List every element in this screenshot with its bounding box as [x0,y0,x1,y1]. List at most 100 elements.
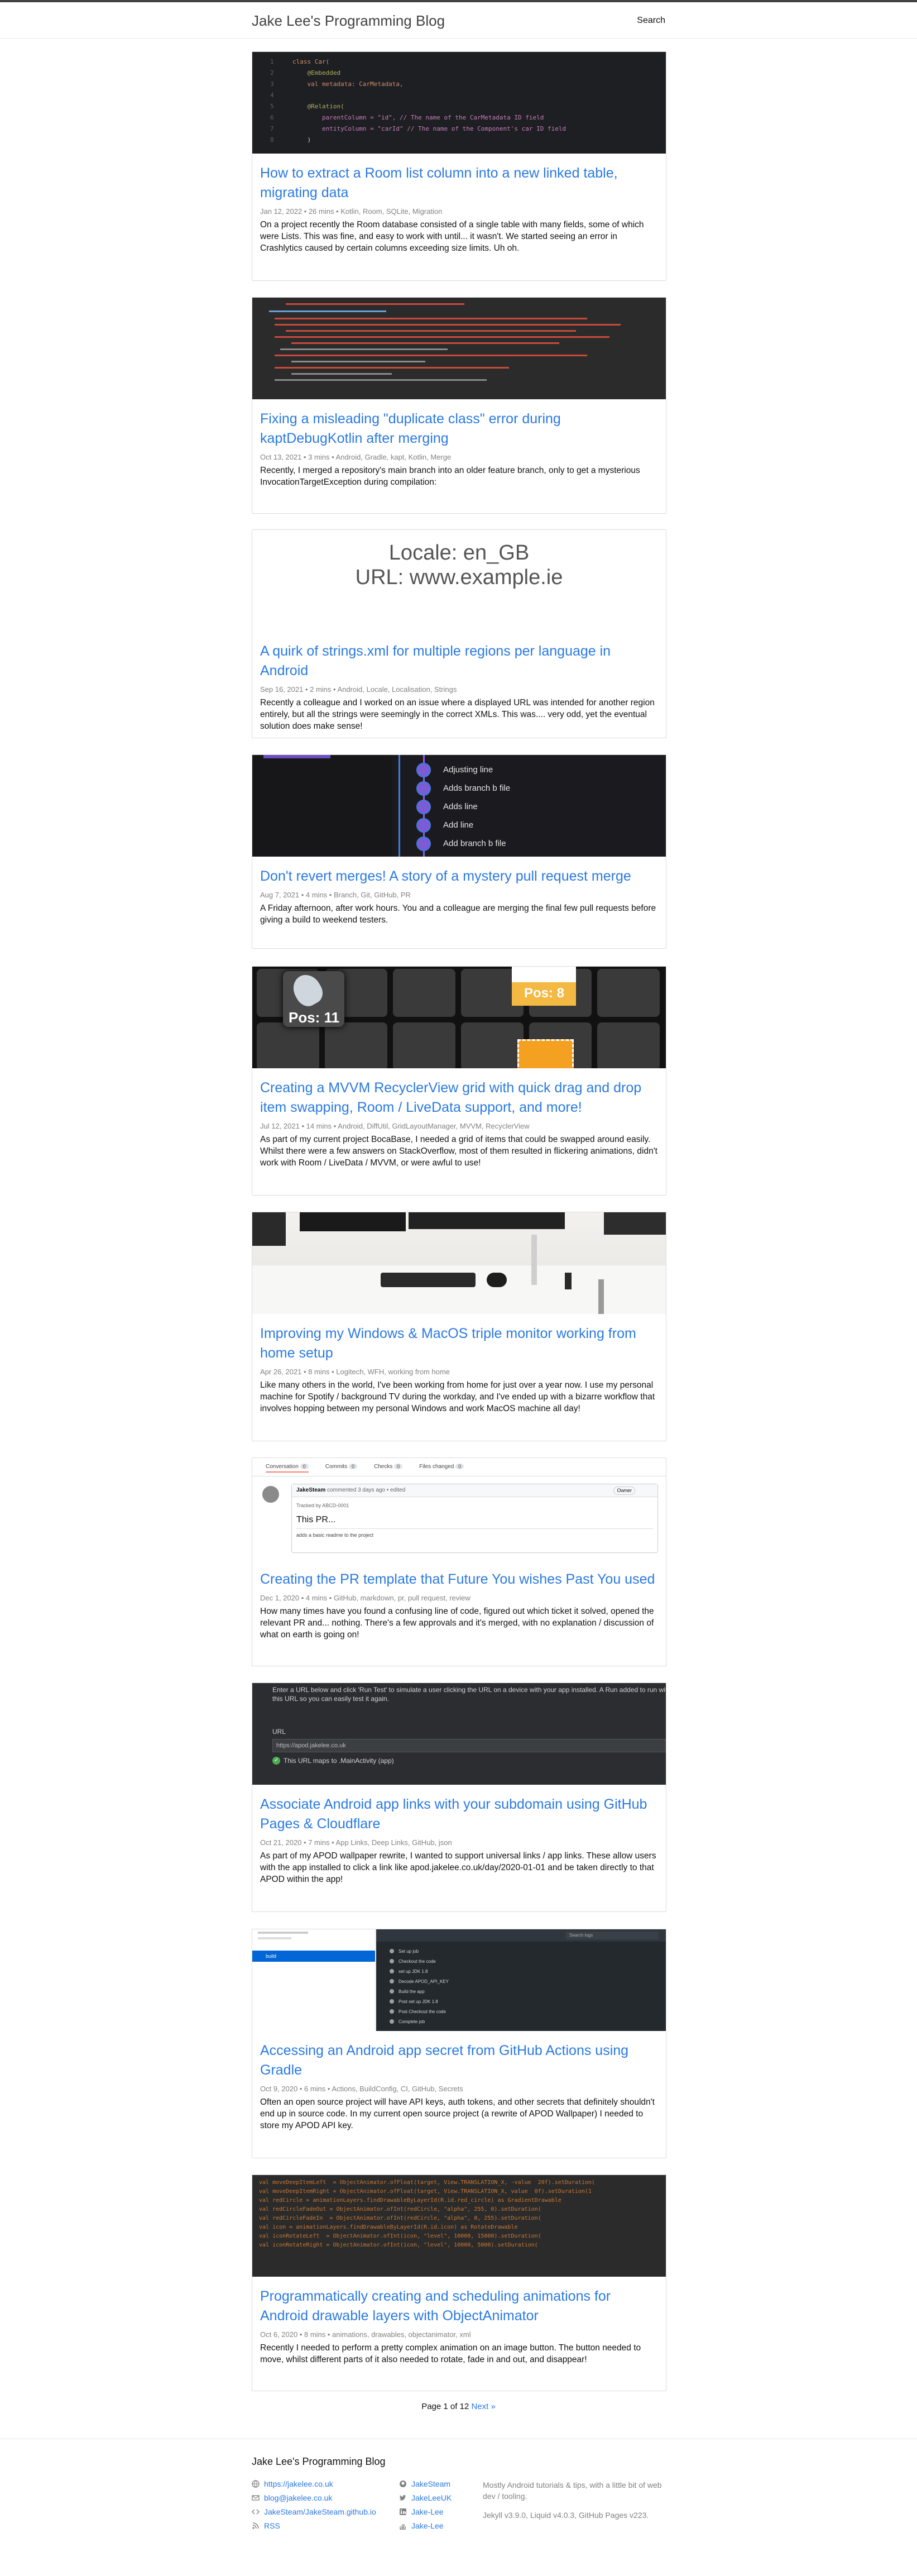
applink-result: This URL maps to .MainActivity (app) [284,1757,394,1765]
code-line: 1 class Car( [270,56,566,68]
linkedin-link[interactable]: Jake-Lee [411,2507,444,2516]
pr-tab[interactable]: Commits 0 [325,1464,357,1470]
actions-branch[interactable]: build [252,1951,375,1962]
code-snippet: val moveDeepItemLeft = ObjectAnimator.of… [259,2178,595,2250]
commit-message: Adds branch b file [443,783,511,793]
twitter-link[interactable]: JakeLeeUK [411,2493,452,2502]
post-title-link[interactable]: A quirk of strings.xml for multiple regi… [260,642,658,681]
post-title-link[interactable]: How to extract a Room list column into a… [260,164,658,203]
url-text: URL: www.example.ie [355,566,563,589]
actions-step-label: Build the app [399,1989,425,1994]
post-title-link[interactable]: Associate Android app links with your su… [260,1795,658,1834]
actions-step[interactable]: Post Checkout the code [383,2006,449,2016]
code-line: val redCircleFadeIn = ObjectAnimator.ofI… [259,2215,541,2221]
next-page-link[interactable]: Next » [471,2402,495,2411]
post-thumbnail[interactable] [252,1212,666,1314]
grid-tile [393,969,455,1017]
actions-search-input[interactable]: Search logs [566,1932,659,1939]
website-link[interactable]: https://jakelee.co.uk [264,2479,333,2488]
pos-right-label: Pos: 8 [524,986,565,1001]
post-thumbnail[interactable]: 1 class Car(2 @Embedded 3 val metadata: Ca… [252,52,666,154]
code-line: val iconRotateRight = ObjectAnimator.ofI… [259,2242,538,2248]
actions-step[interactable]: Decode APOD_API_KEY [383,1976,449,1986]
code-icon [252,2508,260,2516]
applink-url-input[interactable]: https://apod.jakelee.co.uk [272,1739,666,1752]
code-text: class Car( [292,58,330,65]
git-commit-row: Add line [416,816,510,834]
footer-tagline: Mostly Android tutorials & tips, with a … [483,2481,662,2501]
github-link[interactable]: JakeSteam [411,2479,450,2488]
code-line: 8 ) [270,135,566,146]
post-meta: Apr 26, 2021 • 8 mins • Logitech, WFH, w… [260,1368,450,1376]
post-excerpt: Like many others in the world, I've been… [260,1380,655,1413]
post-title-link[interactable]: Improving my Windows & MacOS triple moni… [260,1324,658,1363]
grid-tile [257,1022,319,1068]
post-title-link[interactable]: Don't revert merges! A story of a myster… [260,867,658,886]
post-thumbnail[interactable]: Locale: en_GB URL: www.example.ie [252,530,666,632]
code-line: 4 [270,90,566,101]
pr-tab-count: 0 [300,1464,309,1469]
actions-step[interactable]: Build the app [383,1986,449,1996]
page-indicator: Page 1 of 12 [421,2402,469,2411]
twitter-icon [399,2494,407,2502]
commit-message: Adds line [443,802,478,811]
post-meta: Jul 12, 2021 • 14 mins • Android, DiffUt… [260,1122,530,1130]
line-number: 6 [270,114,274,121]
site-title-link[interactable]: Jake Lee's Programming Blog [252,12,445,30]
actions-step-label: Post Checkout the code [399,2009,446,2014]
post-thumbnail[interactable]: Enter a URL below and click 'Run Test' t… [252,1683,666,1785]
actions-step[interactable]: Checkout the code [383,1956,449,1966]
actions-step[interactable]: Complete job [383,2016,449,2027]
post-thumbnail[interactable]: val moveDeepItemLeft = ObjectAnimator.of… [252,2175,666,2277]
grid-tile [597,969,660,1017]
footer-links-social: JakeSteam JakeLeeUK Jake-Lee Jake-Lee [399,2479,452,2535]
pr-tab-label: Commits [325,1464,349,1470]
post-thumbnail[interactable] [252,298,666,399]
post-thumbnail[interactable]: Conversation 0 Commits 0 Checks 0 Files cha… [252,1458,666,1560]
post-thumbnail[interactable]: Pos: 11 Pos: 8 [252,967,666,1068]
pr-tab-label: Files changed [419,1464,456,1470]
post-thumbnail[interactable]: build Search logs Set up job Checkout the… [252,1929,666,2031]
rss-link[interactable]: RSS [264,2521,280,2530]
code-text: @Relation( [292,103,344,110]
post-title-link[interactable]: Creating the PR template that Future You… [260,1570,658,1589]
pr-heading: This PR... [296,1515,336,1524]
stackoverflow-link[interactable]: Jake-Lee [411,2521,444,2530]
git-commit-row: Add branch b file [416,834,510,853]
post-card: Adjusting line Adds branch b file Adds lin… [252,754,666,949]
actions-step[interactable]: Post set up JDK 1.8 [383,1996,449,2006]
pr-tab-count: 0 [455,1464,464,1469]
pr-tab[interactable]: Checks 0 [374,1464,403,1470]
pr-tab-count: 0 [348,1464,357,1469]
post-title-link[interactable]: Fixing a misleading "duplicate class" er… [260,409,658,448]
pr-user[interactable]: JakeSteam [296,1487,325,1493]
pr-tab[interactable]: Files changed 0 [419,1464,464,1470]
post-card: val moveDeepItemLeft = ObjectAnimator.of… [252,2174,666,2391]
pagination: Page 1 of 12 Next » [0,2402,917,2411]
code-line: val redCircleFadeOut = ObjectAnimator.of… [259,2206,541,2212]
code-line: val moveDeepItemRight = ObjectAnimator.o… [259,2188,592,2195]
post-thumbnail[interactable]: Adjusting line Adds branch b file Adds lin… [252,755,666,857]
email-link[interactable]: blog@jakelee.co.uk [264,2493,332,2502]
actions-step[interactable]: set up JDK 1.8 [383,1966,449,1976]
actions-step[interactable]: Set up job [383,1946,449,1956]
post-title-link[interactable]: Programmatically creating and scheduling… [260,2287,658,2326]
post-title-link[interactable]: Accessing an Android app secret from Git… [260,2041,658,2080]
post-excerpt: As part of my current project BocaBase, … [260,1135,657,1168]
commit-message: Adjusting line [443,765,493,775]
post-title-link[interactable]: Creating a MVVM RecyclerView grid with q… [260,1078,658,1117]
globe-icon [252,2480,260,2488]
pr-tab[interactable]: Conversation 0 [266,1464,309,1473]
footer-description: Mostly Android tutorials & tips, with a … [483,2479,667,2521]
check-circle-icon [390,1979,394,1984]
actions-step-label: Set up job [399,1948,419,1954]
check-circle-icon [390,1949,394,1953]
repo-link[interactable]: JakeSteam/JakeSteam.github.io [264,2507,376,2516]
search-link[interactable]: Search [637,16,665,26]
code-line: 6 parentColumn = "id", // The name of th… [270,112,566,123]
check-icon: ✓ [272,1757,280,1765]
code-line: 5 @Relation( [270,101,566,112]
actions-step-list: Set up job Checkout the code set up JDK 1.… [383,1946,449,2027]
post-excerpt: Recently, I merged a repository's main b… [260,466,640,487]
check-circle-icon [390,2019,394,2024]
